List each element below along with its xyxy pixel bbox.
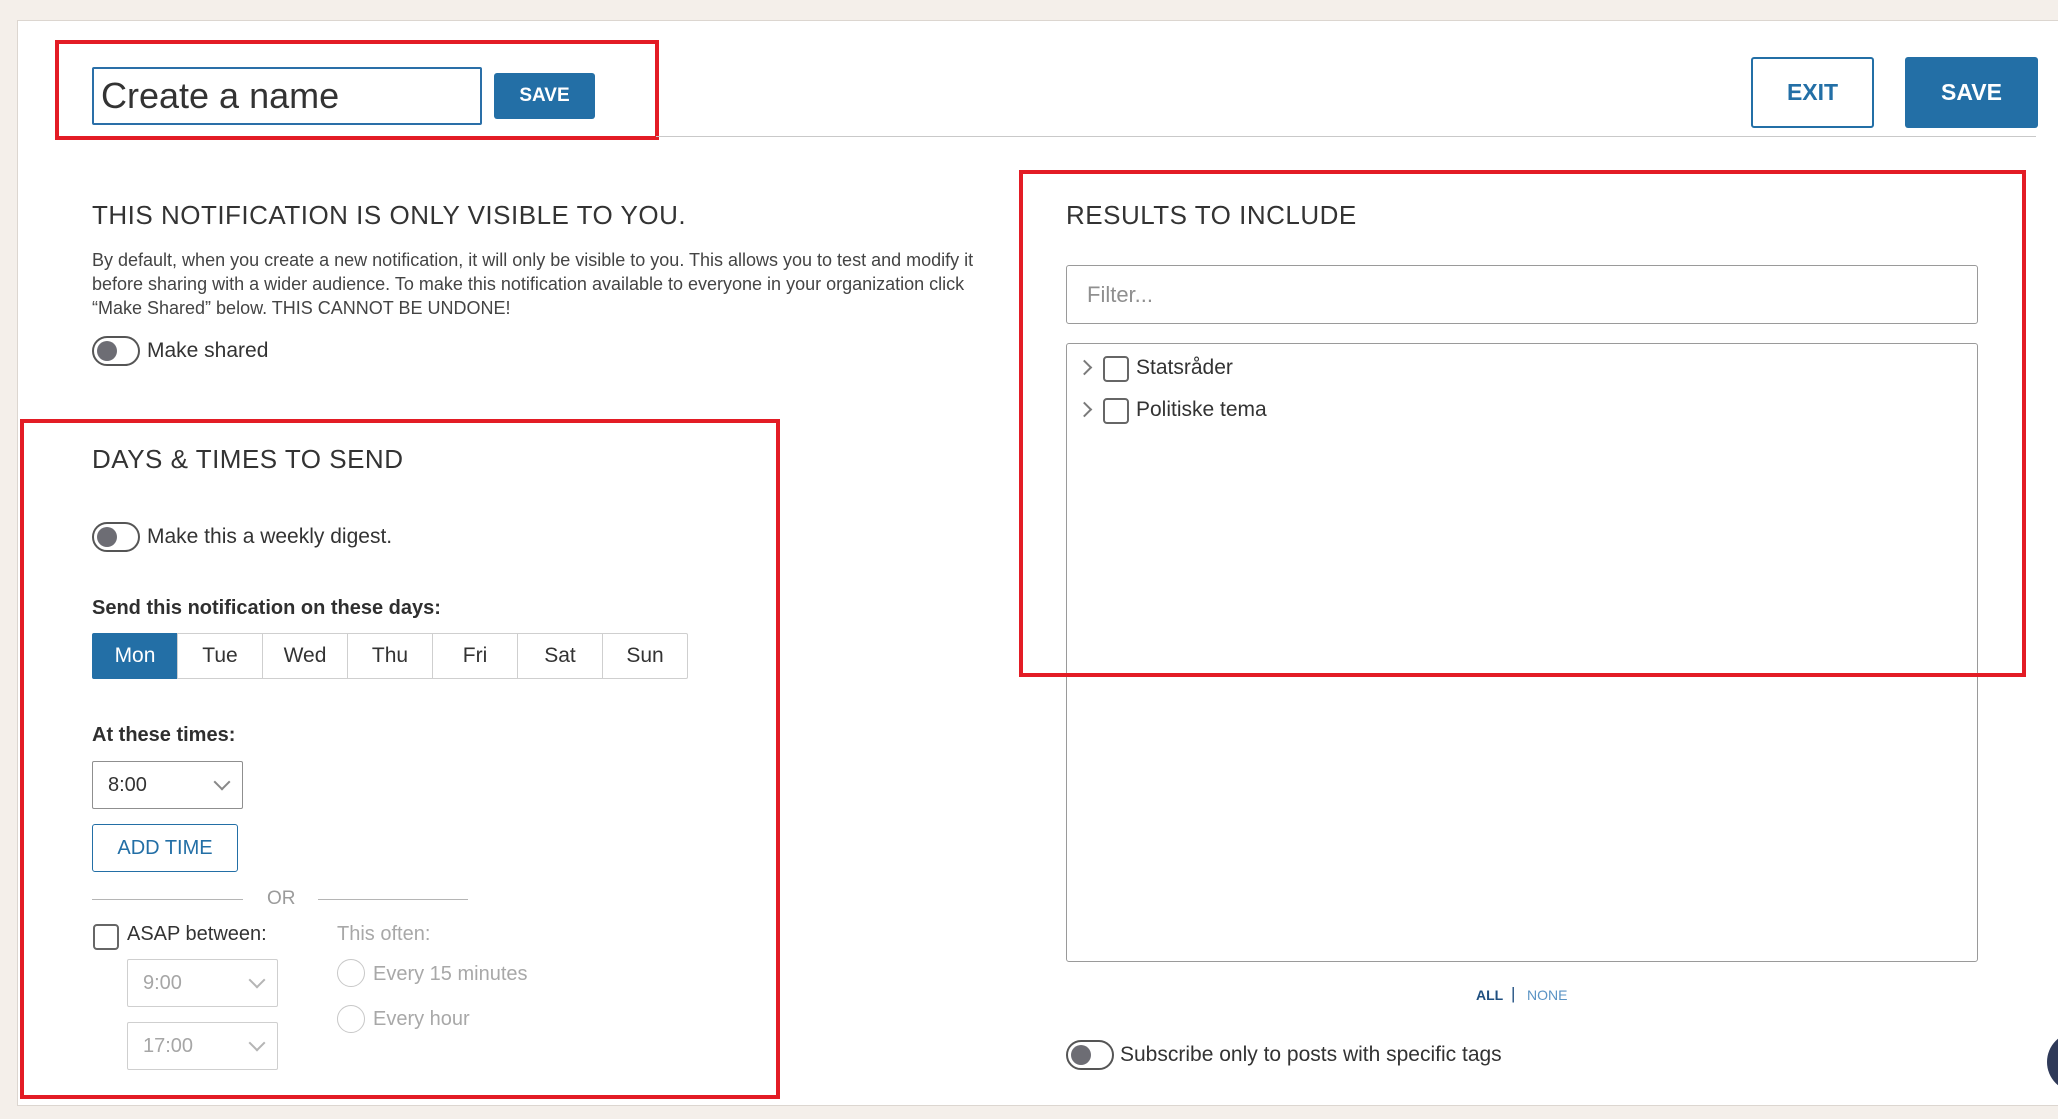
highlight-name-area	[55, 40, 659, 140]
highlight-results-area	[1019, 170, 2026, 677]
highlight-schedule-area	[20, 419, 780, 1099]
select-none-link[interactable]: NONE	[1527, 987, 1567, 1003]
all-none-separator: |	[1511, 984, 1516, 1003]
save-button[interactable]: SAVE	[1905, 57, 2038, 128]
page-bottom-edge	[0, 1106, 2058, 1119]
visibility-text-line-3: “Make Shared” below. THIS CANNOT BE UNDO…	[92, 298, 511, 318]
visibility-text-line-2: before sharing with a wider audience. To…	[92, 274, 965, 294]
make-shared-toggle[interactable]	[92, 336, 140, 366]
visibility-heading: THIS NOTIFICATION IS ONLY VISIBLE TO YOU…	[92, 200, 687, 230]
subscribe-tags-label: Subscribe only to posts with specific ta…	[1120, 1043, 1502, 1066]
toggle-knob	[97, 341, 117, 361]
toggle-knob	[1071, 1045, 1091, 1065]
make-shared-label: Make shared	[147, 339, 269, 362]
exit-button[interactable]: EXIT	[1751, 57, 1874, 128]
visibility-text-line-1: By default, when you create a new notifi…	[92, 250, 974, 270]
subscribe-tags-toggle[interactable]	[1066, 1040, 1114, 1070]
select-all-link[interactable]: ALL	[1476, 987, 1503, 1003]
header-divider	[656, 136, 2036, 137]
